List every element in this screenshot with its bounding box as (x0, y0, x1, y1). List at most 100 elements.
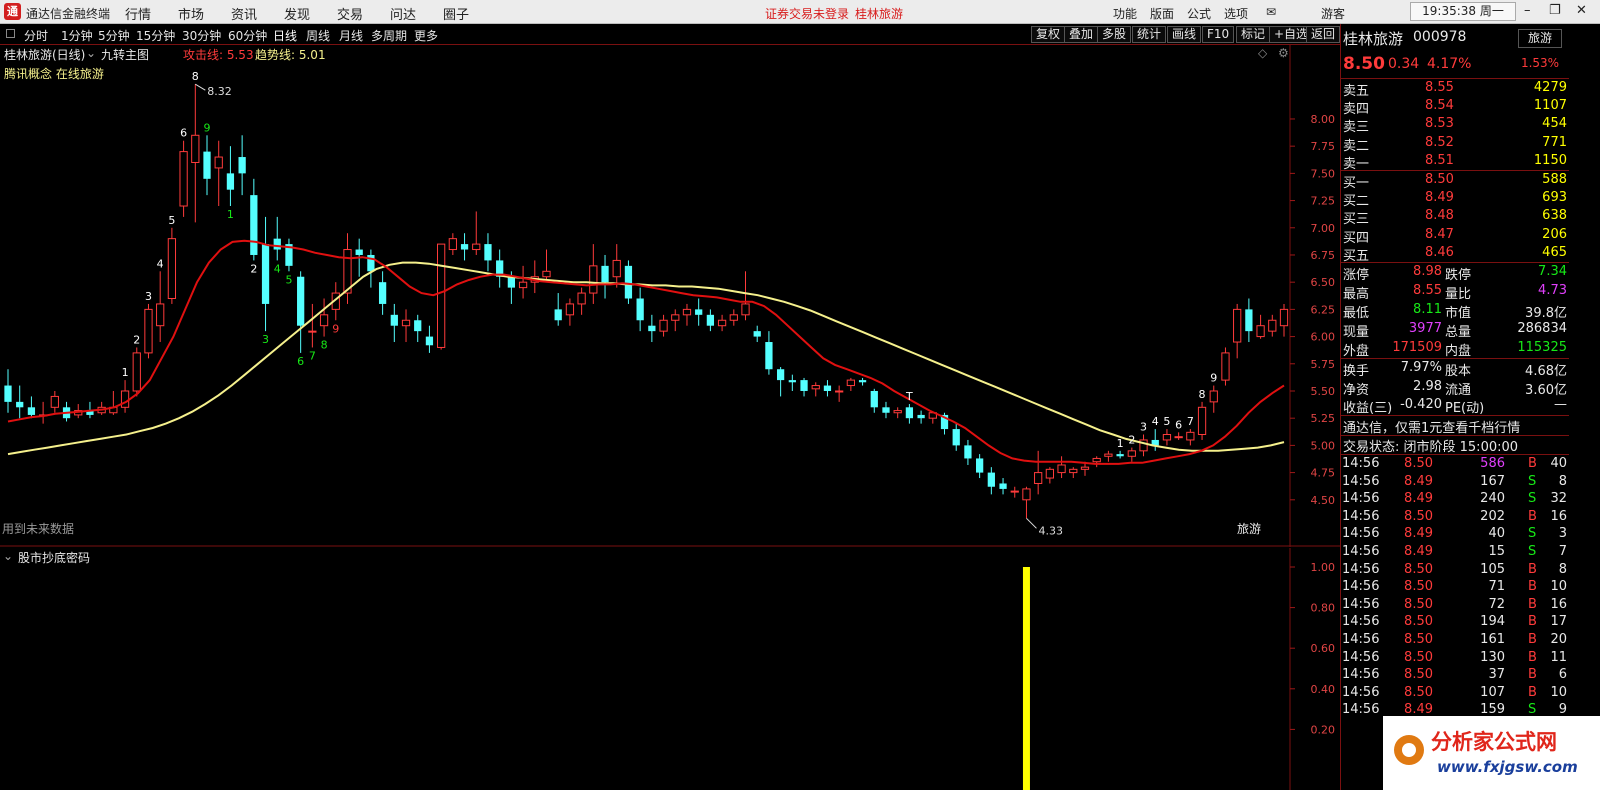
sell-level-row[interactable]: 卖四 8.54 1107 (1341, 98, 1569, 118)
menu-markets[interactable]: 市场 (178, 4, 204, 23)
period-more[interactable]: 更多 (414, 27, 438, 44)
indicator-name[interactable]: 九转主图 (101, 46, 149, 63)
level-volume: 1150 (1533, 152, 1567, 168)
sell-level-row[interactable]: 卖一 8.51 1150 (1341, 152, 1569, 172)
overlay-button[interactable]: 叠加 (1064, 26, 1099, 43)
tick-price: 8.50 (1404, 684, 1433, 700)
draw-line-button[interactable]: 画线 (1167, 26, 1202, 43)
tick-row[interactable]: 14:56 8.50 130 B 11 (1341, 650, 1569, 668)
tick-row[interactable]: 14:56 8.49 167 S 8 (1341, 474, 1569, 492)
tick-count: 8 (1558, 561, 1567, 577)
td-count-label: 2 (1128, 434, 1135, 447)
menu-discover[interactable]: 发现 (284, 4, 310, 23)
login-notice[interactable]: 证券交易未登录 (765, 5, 849, 22)
tick-time: 14:56 (1342, 456, 1380, 471)
stat-row[interactable]: 涨停 8.98 跌停 7.34 (1341, 264, 1569, 283)
menu-market[interactable]: 行情 (125, 4, 151, 23)
tick-side: B (1528, 561, 1537, 577)
period-60min[interactable]: 60分钟 (228, 27, 267, 44)
period-weekly[interactable]: 周线 (306, 27, 330, 44)
diamond-icon[interactable]: ◇ (1258, 46, 1267, 60)
layout-toggle-icon[interactable] (6, 29, 15, 38)
level-label: 卖四 (1343, 102, 1370, 118)
menu-trade[interactable]: 交易 (337, 4, 363, 23)
sub-indicator-name: 股市抄底密码 (18, 551, 91, 565)
level-label: 买一 (1343, 176, 1370, 191)
promo-text[interactable]: 通达信，仅需1元查看千档行情 (1343, 417, 1520, 436)
back-button[interactable]: 返回 (1306, 26, 1340, 43)
attack-line-value: 攻击线: 5.53 (183, 48, 254, 62)
menu-function[interactable]: 功能 (1113, 5, 1137, 22)
close-icon[interactable]: ✕ (1576, 3, 1587, 18)
menu-options[interactable]: 选项 (1224, 5, 1248, 22)
stat-row[interactable]: 现量 3977 总量 286834 (1341, 321, 1569, 340)
menu-news[interactable]: 资讯 (231, 4, 257, 23)
stats-button[interactable]: 统计 (1132, 26, 1167, 43)
buy-level-row[interactable]: 买四 8.47 206 (1341, 227, 1569, 246)
period-monthly[interactable]: 月线 (339, 27, 363, 44)
tick-row[interactable]: 14:56 8.50 161 B 20 (1341, 632, 1569, 650)
period-intraday[interactable]: 分时 (24, 27, 48, 44)
menu-layout[interactable]: 版面 (1150, 5, 1174, 22)
tick-volume: 37 (1488, 667, 1505, 683)
tick-volume: 107 (1480, 684, 1505, 700)
td-count-label: 4 (1152, 415, 1159, 428)
tick-row[interactable]: 14:56 8.50 72 B 16 (1341, 597, 1569, 615)
menu-formula[interactable]: 公式 (1187, 5, 1211, 22)
stat-row[interactable]: 最高 8.55 量比 4.73 (1341, 283, 1569, 302)
sector-button[interactable]: 旅游 (1518, 29, 1562, 48)
maximize-icon[interactable]: ❐ (1549, 3, 1561, 18)
tick-row[interactable]: 14:56 8.50 194 B 17 (1341, 614, 1569, 632)
sell-level-row[interactable]: 卖二 8.52 771 (1341, 135, 1569, 154)
indicator-dropdown-icon[interactable]: ⌄ (86, 46, 96, 60)
tick-row[interactable]: 14:56 8.49 240 S 32 (1341, 491, 1569, 509)
tick-row[interactable]: 14:56 8.50 105 B 8 (1341, 562, 1569, 580)
sell-level-row[interactable]: 卖五 8.55 4279 (1341, 80, 1569, 99)
sub-indicator-chart[interactable]: 1.00 0.80 0.60 0.40 0.20 ⌄ 股市抄底密码 (0, 548, 1340, 790)
adjust-button[interactable]: 复权 (1031, 26, 1066, 43)
sub-collapse-icon[interactable]: ⌄ (3, 549, 13, 563)
period-30min[interactable]: 30分钟 (182, 27, 221, 44)
f10-button[interactable]: F10 (1202, 26, 1235, 43)
sell-level-row[interactable]: 卖三 8.53 454 (1341, 116, 1569, 135)
buy-level-row[interactable]: 买三 8.48 638 (1341, 208, 1569, 227)
minimize-icon[interactable]: – (1524, 3, 1531, 18)
tick-row[interactable]: 14:56 8.49 40 S 3 (1341, 526, 1569, 544)
tick-row[interactable]: 14:56 8.50 71 B 10 (1341, 579, 1569, 597)
candle-body-up (577, 292, 586, 305)
fin-row[interactable]: 换手 7.97% 股本 4.68亿 (1341, 360, 1569, 379)
candle-body-down (917, 414, 925, 419)
period-daily[interactable]: 日线 (273, 27, 297, 44)
mark-button[interactable]: 标记 (1236, 26, 1271, 43)
candle-body-down (776, 369, 785, 381)
trade-state: 交易状态: 闭市阶段 15:00:00 (1343, 440, 1519, 455)
tick-price: 8.50 (1404, 508, 1433, 524)
menu-ask[interactable]: 问达 (390, 4, 416, 23)
chart-menu-icon[interactable]: ⚙ (1278, 46, 1289, 60)
period-multi[interactable]: 多周期 (371, 27, 407, 44)
tick-row[interactable]: 14:56 8.50 37 B 6 (1341, 667, 1569, 685)
buy-level-row[interactable]: 买一 8.50 588 (1341, 172, 1569, 191)
period-15min[interactable]: 15分钟 (136, 27, 175, 44)
period-1min[interactable]: 1分钟 (61, 27, 93, 44)
main-kline-chart[interactable]: 8.00 7.75 7.50 7.25 7.00 6.75 6.50 6.25 6.00 5.75… (0, 45, 1340, 547)
tick-row[interactable]: 14:56 8.50 586 B 40 (1341, 456, 1569, 474)
period-5min[interactable]: 5分钟 (98, 27, 130, 44)
tick-row[interactable]: 14:56 8.49 15 S 7 (1341, 544, 1569, 562)
td-count-label: 9 (204, 121, 211, 134)
buy-level-row[interactable]: 买二 8.49 693 (1341, 190, 1569, 209)
user-label[interactable]: 游客 (1321, 5, 1345, 22)
tick-row[interactable]: 14:56 8.50 107 B 10 (1341, 685, 1569, 703)
level-label: 买四 (1343, 230, 1370, 246)
fin-row[interactable]: 收益(三) -0.420 PE(动) — (1341, 397, 1569, 416)
buy-level-row[interactable]: 买五 8.46 465 (1341, 245, 1569, 264)
y-tick-label: 6.50 (1311, 276, 1336, 289)
stat-row[interactable]: 最低 8.11 市值 39.8亿 (1341, 302, 1569, 321)
mail-icon[interactable]: ✉ (1266, 5, 1276, 19)
fin-row[interactable]: 净资 2.98 流通 3.60亿 (1341, 379, 1569, 398)
menu-circle[interactable]: 圈子 (443, 4, 469, 23)
stat-row[interactable]: 外盘 171509 内盘 115325 (1341, 340, 1569, 359)
td-count-label: 3 (1140, 421, 1147, 434)
tick-row[interactable]: 14:56 8.50 202 B 16 (1341, 509, 1569, 527)
multi-stock-button[interactable]: 多股 (1097, 26, 1132, 43)
